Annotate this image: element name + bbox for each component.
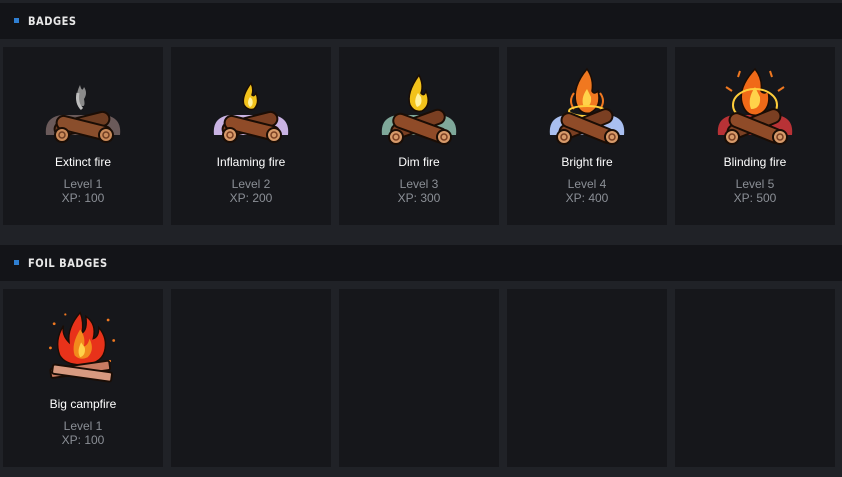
badge-xp: XP: 100 [61,433,105,447]
section-title: BADGES [28,14,77,28]
section-bullet [14,260,19,265]
badge-name: Big campfire [49,397,117,411]
big-campfire-icon [49,311,116,383]
badge-card[interactable]: Extinct fire Level 1 XP: 100 [3,47,163,225]
badge-level: Level 1 [63,419,103,433]
badges-section-header: BADGES [0,3,842,39]
badge-card[interactable]: Dim fire Level 3 XP: 300 [339,47,499,225]
empty-badge-slot [675,289,835,467]
badge-level: Level 1 [63,177,103,191]
section-title: FOIL BADGES [28,256,108,270]
foil-badges-row: Big campfire Level 1 XP: 100 [3,289,835,467]
inflaming-fire-icon [213,81,289,143]
foil-badges-section-header: FOIL BADGES [0,245,842,281]
badges-row: Extinct fire Level 1 XP: 100 Inflaming f… [3,47,835,225]
section-bullet [14,18,19,23]
badge-name: Extinct fire [54,155,111,169]
badge-xp: XP: 300 [397,191,441,205]
badge-level: Level 3 [399,177,439,191]
dim-fire-icon [381,73,457,145]
badge-xp: XP: 400 [565,191,609,205]
badge-xp: XP: 200 [229,191,273,205]
blinding-fire-icon [717,67,793,145]
badge-card[interactable]: Blinding fire Level 5 XP: 500 [675,47,835,225]
badge-name: Blinding fire [723,155,787,169]
badge-level: Level 5 [735,177,775,191]
badge-xp: XP: 100 [61,191,105,205]
badge-name: Dim fire [398,155,440,169]
empty-badge-slot [507,289,667,467]
extinct-fire-icon [45,85,121,143]
badge-name: Bright fire [561,155,613,169]
foil-badge-card[interactable]: Big campfire Level 1 XP: 100 [3,289,163,467]
empty-badge-slot [339,289,499,467]
badge-level: Level 4 [567,177,607,191]
badge-level: Level 2 [231,177,271,191]
badge-card[interactable]: Bright fire Level 4 XP: 400 [507,47,667,225]
badge-xp: XP: 500 [733,191,777,205]
empty-badge-slot [171,289,331,467]
badge-name: Inflaming fire [216,155,286,169]
bright-fire-icon [549,67,625,145]
badge-card[interactable]: Inflaming fire Level 2 XP: 200 [171,47,331,225]
